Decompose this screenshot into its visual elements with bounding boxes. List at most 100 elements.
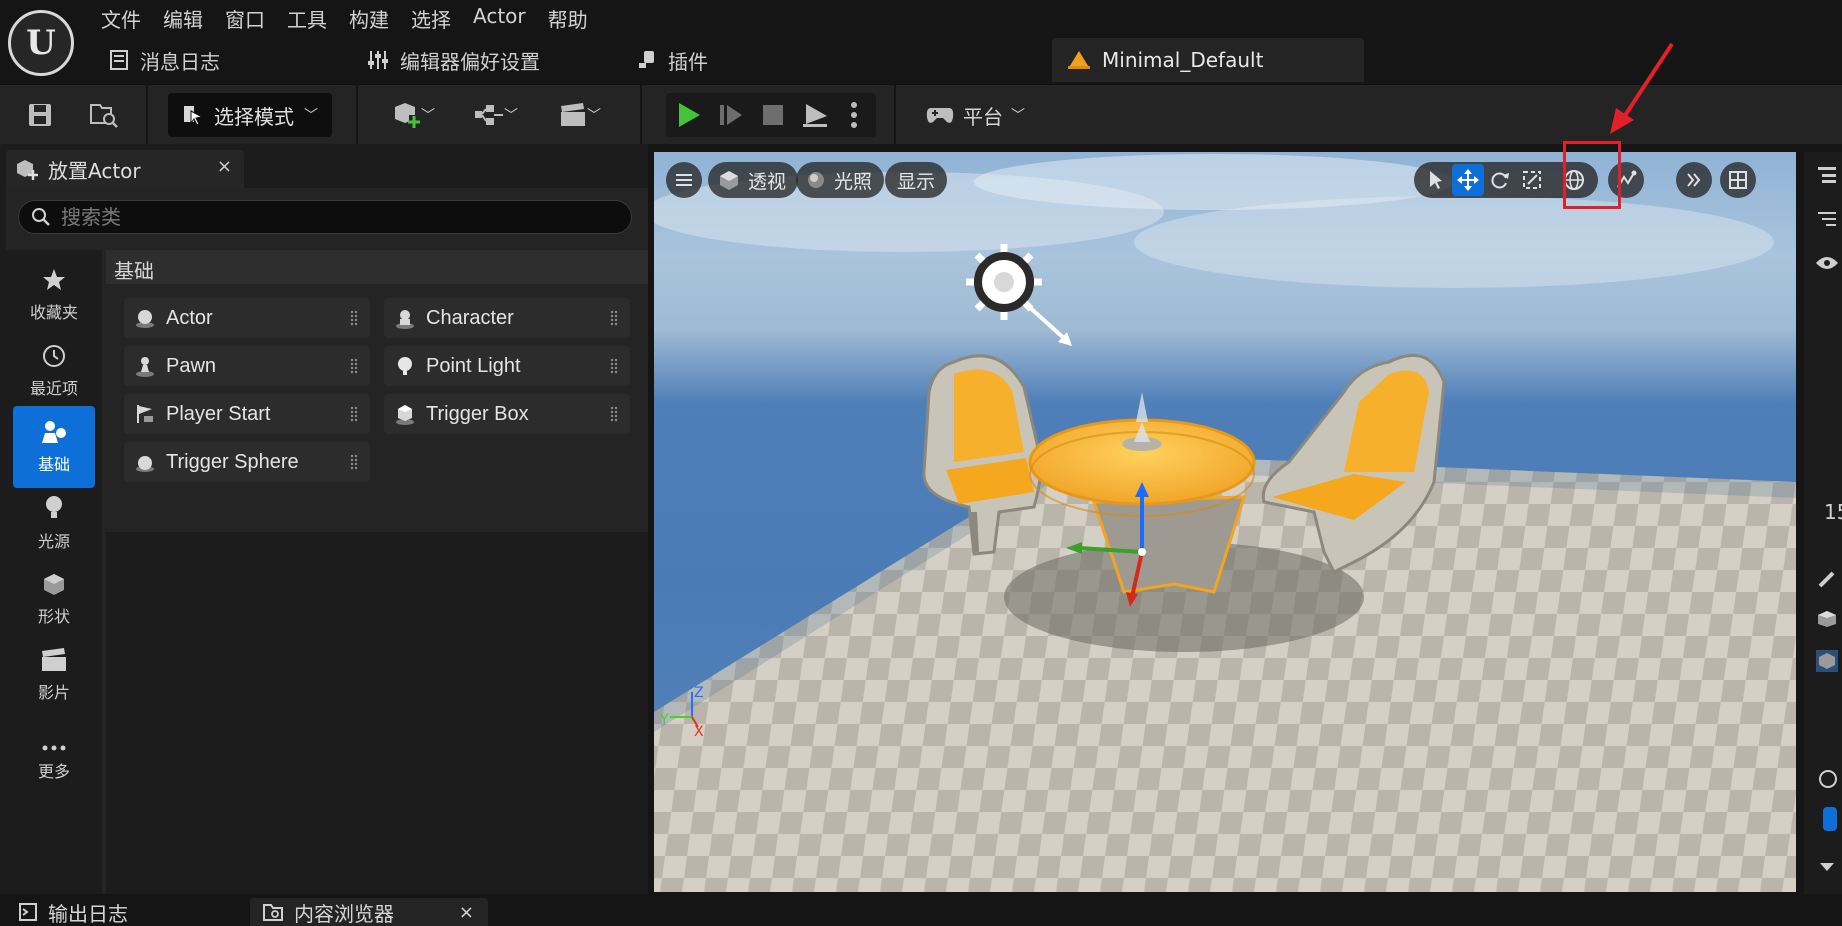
output-log-icon — [19, 903, 37, 921]
actor-item-pawn[interactable]: Pawn — [124, 346, 370, 386]
cinematics-button[interactable]: ﹀ — [552, 93, 608, 137]
tab-plugins[interactable]: 插件 — [636, 38, 708, 82]
actor-item-actor[interactable]: Actor — [124, 298, 370, 338]
perspective-dropdown[interactable]: 透视 — [708, 162, 799, 198]
menu-select[interactable]: 选择 — [400, 0, 462, 34]
browse-button[interactable] — [84, 93, 124, 137]
drag-handle-icon[interactable] — [610, 310, 618, 326]
menu-file[interactable]: 文件 — [90, 0, 152, 34]
viewport-layout-button[interactable] — [1720, 162, 1756, 198]
eject-button[interactable] — [794, 93, 836, 137]
tab-level-minimal-default[interactable]: Minimal_Default — [1052, 38, 1364, 82]
cloud — [974, 154, 1454, 210]
level-viewport[interactable]: Z Y X 透视 光照 显示 — [654, 152, 1796, 892]
chevron-down-icon[interactable] — [1812, 852, 1842, 882]
actor-item-trigger-box[interactable]: Trigger Box — [384, 394, 630, 434]
show-label: 显示 — [897, 170, 936, 193]
show-flags-dropdown[interactable]: 显示 — [885, 162, 948, 198]
category-cinematic[interactable]: 影片 — [13, 634, 95, 716]
cursor-icon — [1430, 171, 1442, 189]
drag-handle-icon[interactable] — [610, 406, 618, 422]
sliders-icon — [368, 51, 388, 69]
bottom-tab-bar: 输出日志 内容浏览器 × — [0, 894, 1842, 926]
drag-handle-icon[interactable] — [350, 358, 358, 374]
sphere-icon — [136, 310, 154, 328]
search-icon — [32, 208, 50, 226]
category-recent-label: 最近项 — [29, 379, 78, 398]
chevron-down-icon: ﹀ — [421, 108, 435, 124]
double-chevron-right-icon — [1687, 173, 1701, 187]
drag-handle-icon[interactable] — [350, 454, 358, 470]
tab-message-log[interactable]: 消息日志 — [108, 38, 220, 82]
gamepad-icon — [926, 108, 954, 123]
step-button[interactable] — [710, 93, 752, 137]
axis-label-y: Y — [659, 712, 669, 728]
play-options-button[interactable] — [838, 93, 870, 137]
eye-icon[interactable] — [1812, 248, 1842, 278]
point-light-icon — [398, 357, 412, 375]
menu-build[interactable]: 构建 — [338, 0, 400, 34]
play-button[interactable] — [668, 93, 710, 137]
actor-item-point-light[interactable]: Point Light — [384, 346, 630, 386]
document-tabs: 消息日志 编辑器偏好设置 插件 Minimal_Default — [90, 38, 1842, 84]
actor-item-player-start[interactable]: Player Start — [124, 394, 370, 434]
category-basic[interactable]: 基础 — [13, 406, 95, 488]
mesh-selected-icon[interactable] — [1812, 646, 1842, 676]
menu-edit[interactable]: 编辑 — [152, 0, 214, 34]
blue-action-icon[interactable] — [1812, 804, 1842, 834]
lighting-mode-dropdown[interactable]: 光照 — [796, 162, 885, 198]
menu-help[interactable]: 帮助 — [537, 0, 599, 34]
output-log-label: 输出日志 — [48, 901, 128, 926]
mesh-icon[interactable] — [1812, 604, 1842, 634]
close-icon[interactable]: × — [459, 902, 474, 923]
outliner-icon[interactable] — [1812, 160, 1842, 190]
category-recent[interactable]: 最近项 — [13, 330, 95, 412]
actor-item-character[interactable]: Character — [384, 298, 630, 338]
tab-level-label: Minimal_Default — [1102, 48, 1264, 72]
filter-icon[interactable] — [1812, 204, 1842, 234]
category-shapes[interactable]: 形状 — [13, 558, 95, 640]
tab-content-browser[interactable]: 内容浏览器 × — [250, 898, 488, 926]
search-box[interactable] — [18, 200, 632, 234]
menu-actor[interactable]: Actor — [462, 0, 537, 34]
actor-item-label: Trigger Box — [426, 402, 529, 425]
search-icon[interactable] — [1812, 764, 1842, 794]
save-button[interactable] — [20, 93, 60, 137]
drag-handle-icon[interactable] — [610, 358, 618, 374]
tab-output-log[interactable]: 输出日志 — [6, 898, 246, 926]
unreal-logo-icon[interactable]: U — [8, 10, 74, 76]
platform-dropdown[interactable]: 平台 ﹀ — [922, 93, 1028, 137]
actor-item-label: Pawn — [166, 354, 217, 377]
actor-item-trigger-sphere[interactable]: Trigger Sphere — [124, 442, 370, 482]
category-rail: 收藏夹 最近项 基础 光源 形状 影片 更多 — [6, 250, 102, 894]
partial-value-text: 15 — [1824, 500, 1842, 524]
expand-toolbar-button[interactable] — [1676, 162, 1712, 198]
drag-handle-icon[interactable] — [350, 406, 358, 422]
category-favorites[interactable]: 收藏夹 — [13, 254, 95, 336]
translate-tool-button[interactable] — [1452, 164, 1484, 196]
blueprint-button[interactable]: ﹀ — [468, 93, 524, 137]
category-more[interactable]: 更多 — [13, 722, 95, 804]
selection-mode-dropdown[interactable]: 选择模式 ﹀ — [168, 93, 332, 137]
edit-icon[interactable] — [1812, 564, 1842, 594]
viewport-menu-button[interactable] — [666, 162, 702, 198]
add-actor-button[interactable]: ﹀ — [386, 93, 442, 137]
content-browser-icon — [263, 904, 283, 921]
search-input[interactable] — [61, 205, 621, 229]
category-more-label: 更多 — [37, 762, 70, 781]
close-icon[interactable]: × — [217, 156, 232, 177]
actor-list-area: 基础 Actor Character Pawn Point Light Play… — [106, 250, 648, 894]
character-icon — [396, 310, 414, 329]
scale-tool-button[interactable] — [1516, 164, 1548, 196]
stop-button[interactable] — [752, 93, 794, 137]
step-forward-icon — [720, 105, 742, 125]
drag-handle-icon[interactable] — [350, 310, 358, 326]
menu-tools[interactable]: 工具 — [276, 0, 338, 34]
place-actors-tab[interactable]: 放置Actor × — [6, 150, 244, 188]
rotate-tool-button[interactable] — [1484, 164, 1516, 196]
cube-icon — [44, 574, 64, 595]
category-lights[interactable]: 光源 — [13, 482, 95, 564]
tab-editor-preferences[interactable]: 编辑器偏好设置 — [366, 38, 540, 82]
select-tool-button[interactable] — [1420, 164, 1452, 196]
menu-window[interactable]: 窗口 — [214, 0, 276, 34]
